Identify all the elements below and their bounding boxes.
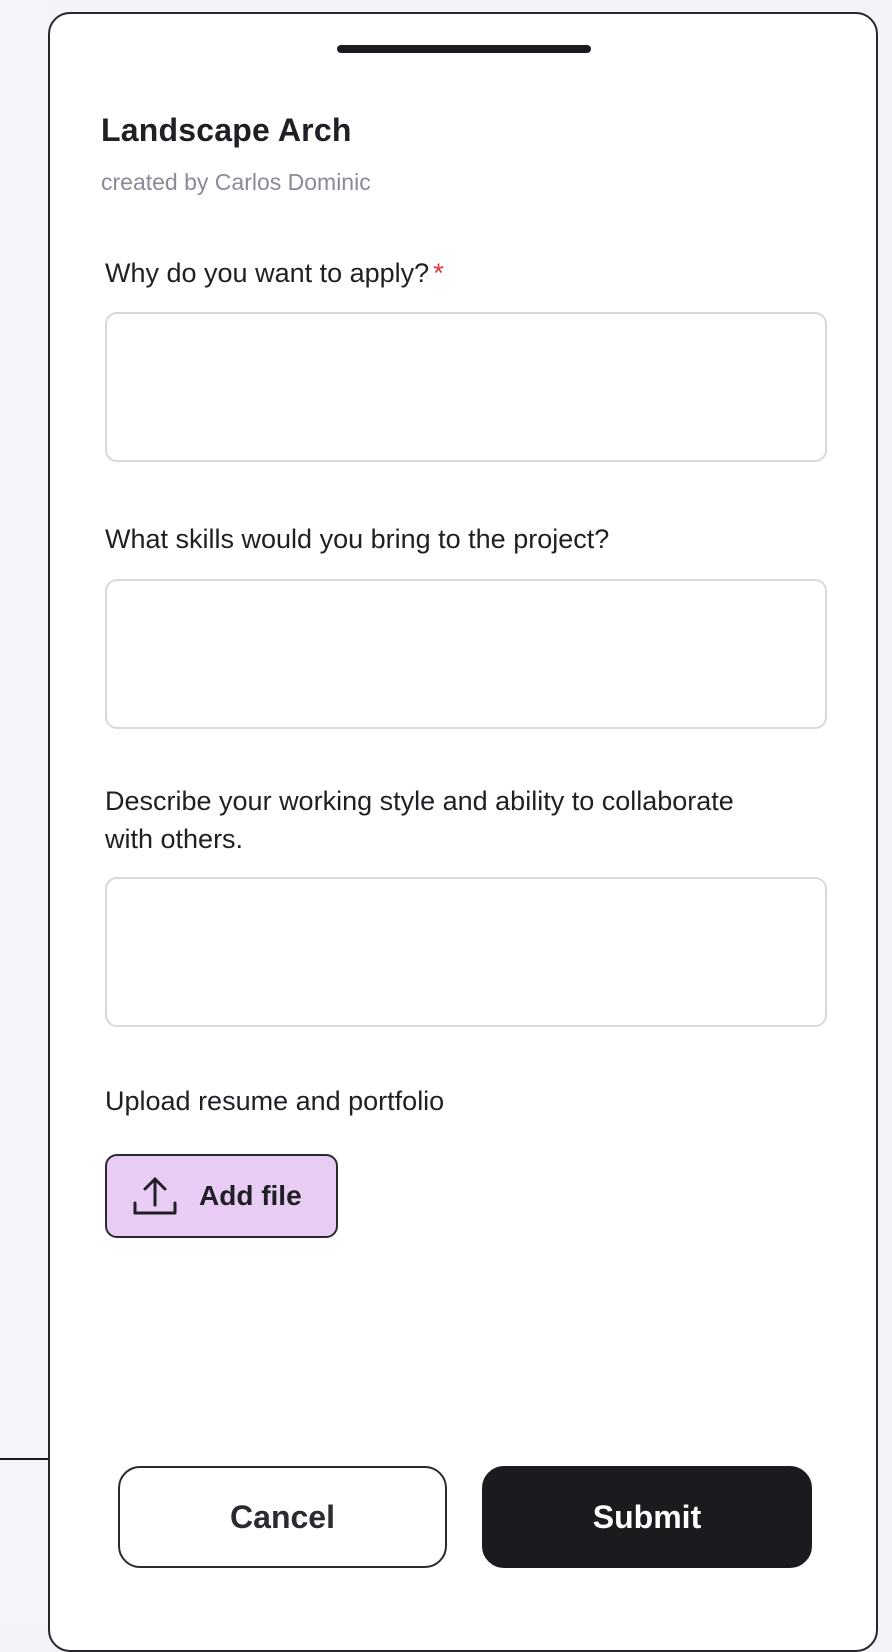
question-working-style-label: Describe your working style and ability … bbox=[105, 786, 734, 854]
cancel-button[interactable]: Cancel bbox=[118, 1466, 447, 1568]
upload-label: Upload resume and portfolio bbox=[105, 1086, 445, 1116]
project-creator: created by Carlos Dominic bbox=[101, 169, 371, 195]
add-file-label: Add file bbox=[199, 1180, 302, 1211]
add-file-button[interactable]: Add file bbox=[105, 1154, 338, 1238]
apply-bottom-sheet: Landscape Arch created by Carlos Dominic… bbox=[48, 12, 878, 1652]
drag-handle[interactable] bbox=[337, 45, 591, 53]
background-panel bbox=[0, 0, 48, 1622]
upload-icon bbox=[129, 1173, 181, 1219]
why-apply-field[interactable] bbox=[105, 312, 827, 462]
question-label-text: Why do you want to apply? bbox=[105, 258, 430, 288]
project-title: Landscape Arch bbox=[101, 112, 352, 148]
skills-field[interactable] bbox=[105, 579, 827, 729]
required-marker: * bbox=[433, 258, 444, 288]
question-skills-label: What skills would you bring to the proje… bbox=[105, 524, 610, 554]
background-divider bbox=[0, 1458, 50, 1460]
submit-button[interactable]: Submit bbox=[482, 1466, 812, 1568]
working-style-field[interactable] bbox=[105, 877, 827, 1027]
question-why-apply-label: Why do you want to apply? * bbox=[105, 254, 444, 292]
